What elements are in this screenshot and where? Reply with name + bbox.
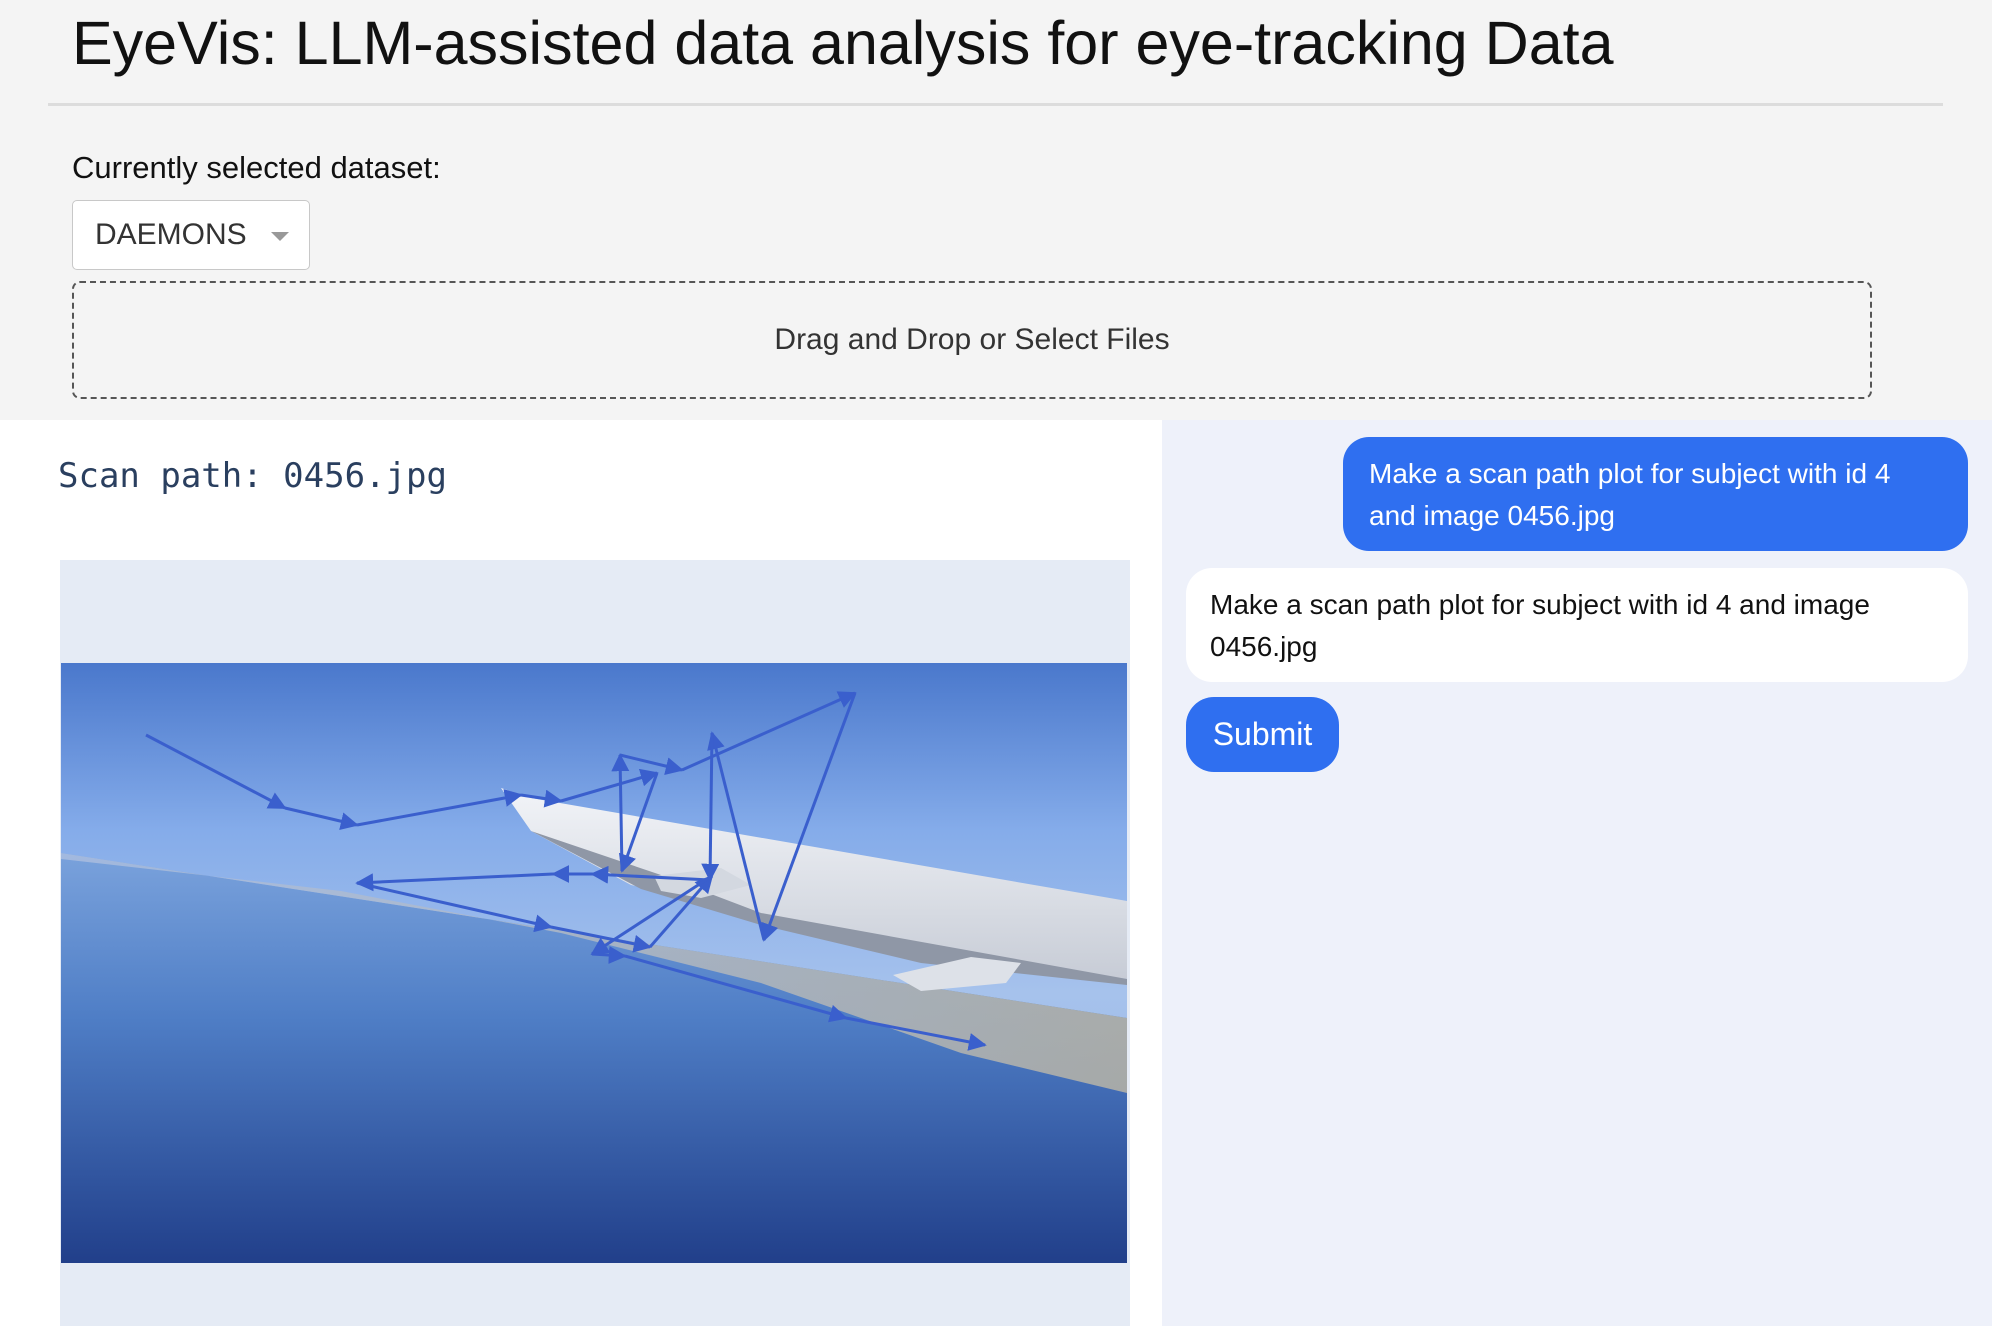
scan-path-segment [701, 732, 720, 882]
response-message-bubble: Make a scan path plot for subject with i… [1186, 568, 1968, 682]
dataset-dropdown-value: DAEMONS [95, 218, 247, 251]
chat-panel: Make a scan path plot for subject with i… [1162, 420, 1992, 1326]
app-title: EyeVis: LLM-assisted data analysis for e… [72, 9, 1614, 77]
submit-button[interactable]: Submit [1186, 697, 1339, 772]
upload-text: Drag and Drop or Select Files [774, 323, 1170, 356]
top-section: EyeVis: LLM-assisted data analysis for e… [0, 0, 1992, 420]
plot-panel: Scan path: 0456.jpg [0, 420, 1162, 1326]
chevron-down-icon [271, 232, 289, 241]
dataset-dropdown[interactable]: DAEMONS [72, 200, 310, 270]
plot-title: Scan path: 0456.jpg [58, 456, 447, 496]
title-divider [48, 103, 1943, 106]
scan-path-segment [611, 753, 630, 872]
file-upload-dropzone[interactable]: Drag and Drop or Select Files [72, 281, 1872, 399]
scan-path-image [61, 663, 1127, 1263]
dataset-label: Currently selected dataset: [72, 150, 441, 185]
user-message-bubble: Make a scan path plot for subject with i… [1343, 437, 1968, 551]
scan-path-segment [591, 946, 627, 965]
scan-path-plot[interactable] [60, 560, 1130, 1326]
